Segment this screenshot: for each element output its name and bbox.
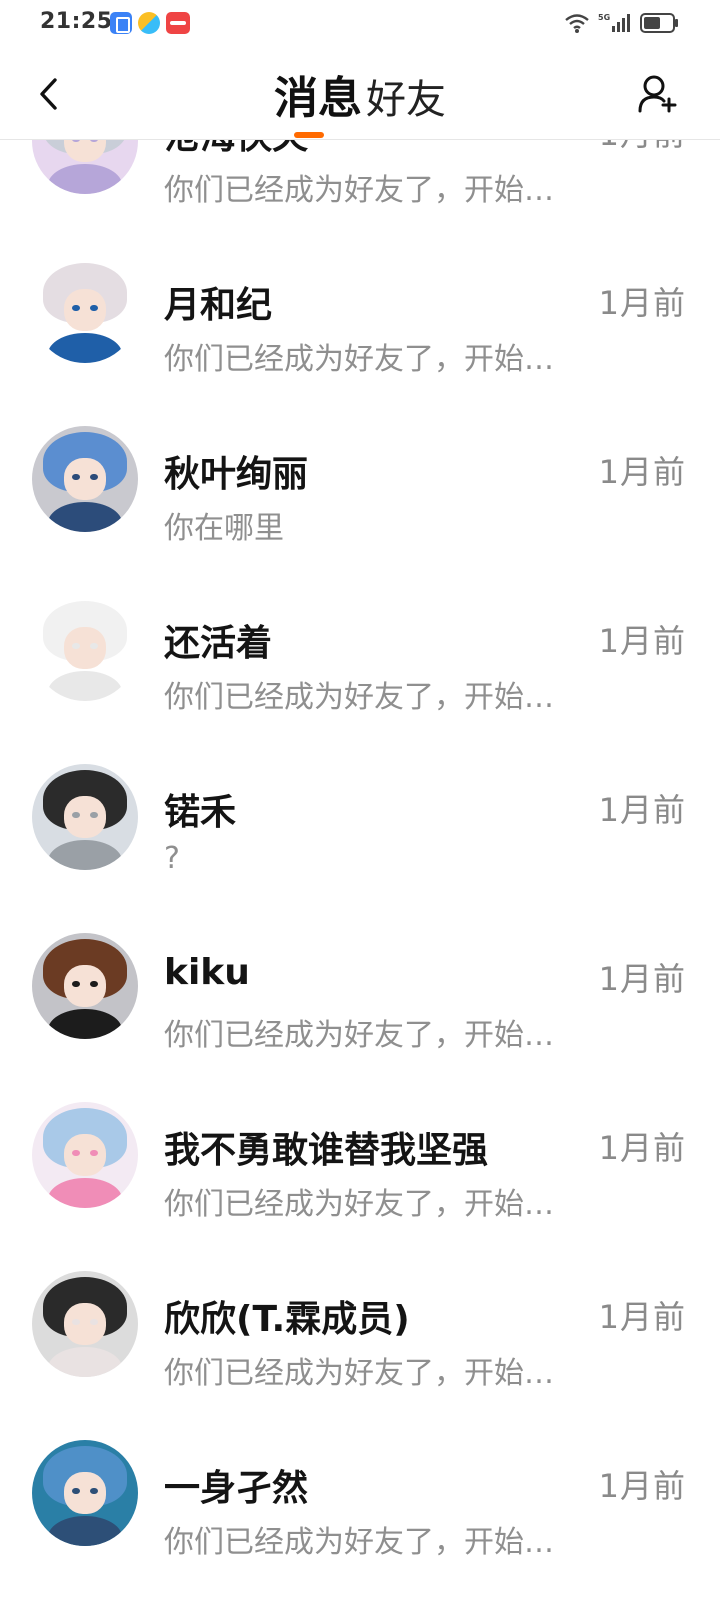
message-time: 1月前 bbox=[598, 453, 686, 491]
tab-messages[interactable]: 消息 bbox=[274, 62, 362, 126]
active-tab-indicator bbox=[294, 132, 324, 138]
contact-name: 一身孑然 bbox=[164, 1468, 309, 1509]
message-time: 1月前 bbox=[598, 284, 686, 322]
contact-name: 还活着 bbox=[164, 623, 273, 664]
message-time: 1月前 bbox=[598, 791, 686, 829]
battery-icon bbox=[640, 13, 678, 33]
avatar[interactable] bbox=[32, 595, 138, 701]
message-preview: 你们已经成为好友了，开始聊天吧 bbox=[164, 342, 574, 377]
message-preview: 你们已经成为好友了，开始聊天吧 bbox=[164, 1187, 574, 1222]
tab-friends[interactable]: 好友 bbox=[366, 67, 446, 125]
avatar[interactable] bbox=[32, 140, 138, 194]
message-time: 1月前 bbox=[598, 1467, 686, 1505]
contact-name: kiku bbox=[164, 952, 250, 993]
message-time: 1月前 bbox=[598, 622, 686, 660]
contact-name: 锘禾 bbox=[164, 792, 237, 833]
avatar[interactable] bbox=[32, 764, 138, 870]
conversation-item[interactable]: 锘禾 1月前 ? bbox=[0, 731, 720, 900]
message-preview: ? bbox=[164, 841, 180, 876]
message-time: 1月前 bbox=[598, 1129, 686, 1167]
conversation-item[interactable]: 一身孑然 1月前 你们已经成为好友了，开始聊天吧 bbox=[0, 1407, 720, 1576]
avatar[interactable] bbox=[32, 933, 138, 1039]
message-preview: 你们已经成为好友了，开始聊天吧 bbox=[164, 1356, 574, 1391]
message-preview: 你们已经成为好友了，开始聊天吧 bbox=[164, 1525, 574, 1560]
header: 消息 好友 bbox=[0, 48, 720, 140]
conversation-item[interactable]: 月和纪 1月前 你们已经成为好友了，开始聊天吧 bbox=[0, 224, 720, 393]
message-time: 1月前 bbox=[598, 1298, 686, 1336]
network-label: 5G bbox=[598, 13, 610, 22]
conversation-item[interactable]: kiku 1月前 你们已经成为好友了，开始聊天吧 bbox=[0, 900, 720, 1069]
signal-icon: 5G bbox=[598, 13, 630, 32]
add-user-icon bbox=[638, 75, 677, 113]
avatar[interactable] bbox=[32, 1271, 138, 1377]
conversation-item[interactable]: 欣欣(T.霖成员) 1月前 你们已经成为好友了，开始聊天吧 bbox=[0, 1238, 720, 1407]
conversation-item[interactable]: 还活着 1月前 你们已经成为好友了，开始聊天吧 bbox=[0, 562, 720, 731]
tab-bar: 消息 好友 bbox=[0, 62, 720, 126]
contact-name: 欣欣(T.霖成员) bbox=[164, 1299, 410, 1340]
conversation-item[interactable]: 我不勇敢谁替我坚强 1月前 你们已经成为好友了，开始聊天吧 bbox=[0, 1069, 720, 1238]
contact-name: 沧海佚夫 bbox=[164, 140, 308, 159]
add-friend-button[interactable] bbox=[634, 70, 682, 118]
wifi-icon bbox=[565, 14, 589, 33]
message-preview: 你们已经成为好友了，开始聊天吧 bbox=[164, 1018, 574, 1053]
app-icon bbox=[110, 12, 132, 34]
status-bar: 21:25 5G bbox=[0, 0, 720, 48]
message-preview: 你们已经成为好友了，开始聊天吧 bbox=[164, 173, 574, 208]
conversation-item[interactable]: 沧海佚夫 1月前 你们已经成为好友了，开始聊天吧 bbox=[0, 140, 720, 224]
status-time: 21:25 bbox=[40, 9, 113, 34]
conversation-item[interactable]: 秋叶绚丽 1月前 你在哪里 bbox=[0, 393, 720, 562]
message-time: 1月前 bbox=[599, 140, 686, 155]
contact-name: 秋叶绚丽 bbox=[164, 454, 309, 495]
avatar[interactable] bbox=[32, 1440, 138, 1546]
app-icon bbox=[166, 12, 190, 34]
contact-name: 月和纪 bbox=[164, 285, 273, 326]
avatar[interactable] bbox=[32, 426, 138, 532]
avatar[interactable] bbox=[32, 257, 138, 363]
avatar[interactable] bbox=[32, 1102, 138, 1208]
app-icon bbox=[138, 12, 160, 34]
contact-name: 我不勇敢谁替我坚强 bbox=[164, 1130, 489, 1171]
conversation-list[interactable]: 沧海佚夫 1月前 你们已经成为好友了，开始聊天吧 月和纪 1月前 你们已经成为好… bbox=[0, 140, 720, 1612]
message-preview: 你们已经成为好友了，开始聊天吧 bbox=[164, 680, 574, 715]
message-preview: 你在哪里 bbox=[164, 511, 284, 546]
message-time: 1月前 bbox=[598, 960, 686, 998]
